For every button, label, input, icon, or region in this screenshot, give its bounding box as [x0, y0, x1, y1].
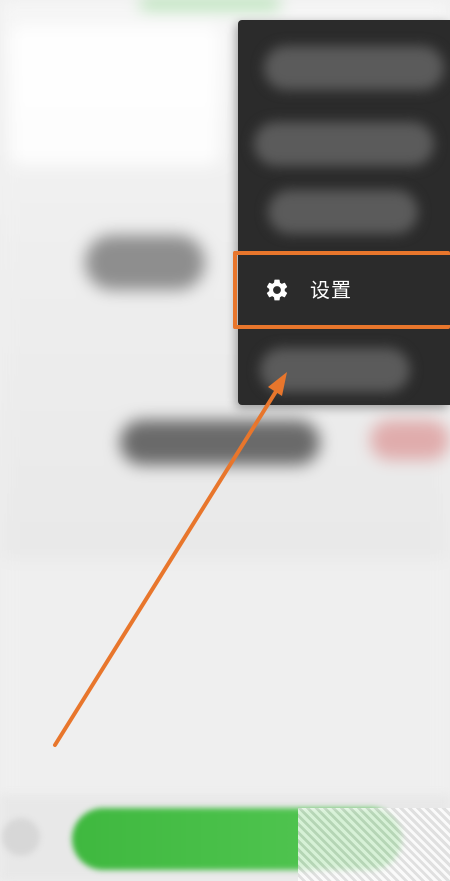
blurred-label — [268, 190, 418, 234]
menu-item-blurred[interactable] — [238, 180, 450, 244]
blurred-label — [260, 348, 410, 392]
menu-item-blurred[interactable] — [238, 108, 450, 178]
menu-item-blurred[interactable] — [238, 32, 450, 102]
watermark — [298, 808, 450, 881]
background-badge-blob — [370, 420, 450, 460]
menu-item-blurred[interactable] — [238, 338, 450, 400]
background-green-strip — [140, 0, 280, 8]
background-card — [10, 25, 220, 165]
dropdown-menu: 设置 — [238, 20, 450, 405]
menu-item-settings[interactable]: 设置 — [238, 251, 450, 329]
phone-screen: 设置 — [0, 0, 450, 881]
blurred-label — [264, 46, 444, 90]
menu-item-settings-label: 设置 — [310, 278, 352, 302]
background-text-blob — [85, 235, 205, 290]
gear-icon — [264, 277, 290, 303]
background-text-blob — [120, 420, 320, 465]
bottom-left-icon[interactable] — [2, 818, 40, 856]
blurred-label — [254, 122, 434, 166]
